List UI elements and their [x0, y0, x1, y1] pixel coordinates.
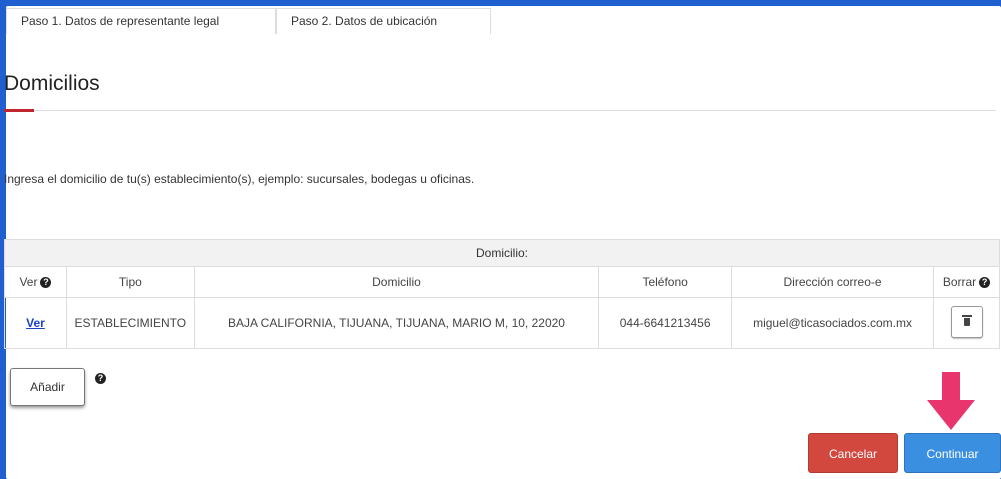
trash-icon-lid — [961, 314, 972, 317]
title-divider — [4, 110, 996, 111]
cell-correo: miguel@ticasociados.com.mx — [731, 297, 935, 349]
column-header-tipo: Tipo — [65, 266, 195, 298]
instruction-text: Ingresa el domicilio de tu(s) establecim… — [4, 172, 475, 186]
delete-button[interactable] — [950, 305, 983, 338]
add-button[interactable]: Añadir — [10, 368, 85, 406]
table-caption: Domicilio: — [4, 239, 1000, 267]
info-icon[interactable]: ? — [40, 277, 52, 288]
table-row: Ver ESTABLECIMIENTO BAJA CALIFORNIA, TIJ… — [4, 297, 1000, 349]
tab-step-2[interactable]: Paso 2. Datos de ubicación — [276, 8, 491, 34]
column-header-telefono: Teléfono — [598, 266, 733, 298]
column-header-domicilio: Domicilio — [193, 266, 600, 298]
column-header-correo: Dirección correo-e — [731, 266, 935, 298]
info-icon[interactable]: ? — [979, 277, 991, 288]
column-header-ver-label: Ver — [19, 275, 38, 289]
column-header-borrar: Borrar? — [933, 266, 1000, 298]
trash-icon — [963, 317, 970, 326]
cancel-button[interactable]: Cancelar — [808, 433, 898, 473]
continue-button[interactable]: Continuar — [904, 433, 1001, 473]
cell-borrar — [933, 297, 1000, 349]
cell-domicilio: BAJA CALIFORNIA, TIJUANA, TIJUANA, MARIO… — [193, 297, 600, 349]
title-accent-bar — [4, 109, 34, 112]
tab-step-1[interactable]: Paso 1. Datos de representante legal — [6, 8, 276, 34]
cell-tipo: ESTABLECIMIENTO — [65, 297, 195, 349]
page-title: Domicilios — [4, 72, 100, 95]
cell-telefono: 044-6641213456 — [598, 297, 733, 349]
column-header-borrar-label: Borrar — [942, 275, 977, 289]
info-icon[interactable]: ? — [95, 373, 106, 384]
arrow-down-icon — [927, 372, 975, 430]
ver-link[interactable]: Ver — [26, 316, 45, 330]
domicilio-table: Domicilio: Ver? Tipo Domicilio Teléfono … — [4, 239, 1000, 349]
column-header-ver: Ver? — [4, 266, 67, 298]
step-tabs: Paso 1. Datos de representante legal Pas… — [6, 8, 491, 34]
